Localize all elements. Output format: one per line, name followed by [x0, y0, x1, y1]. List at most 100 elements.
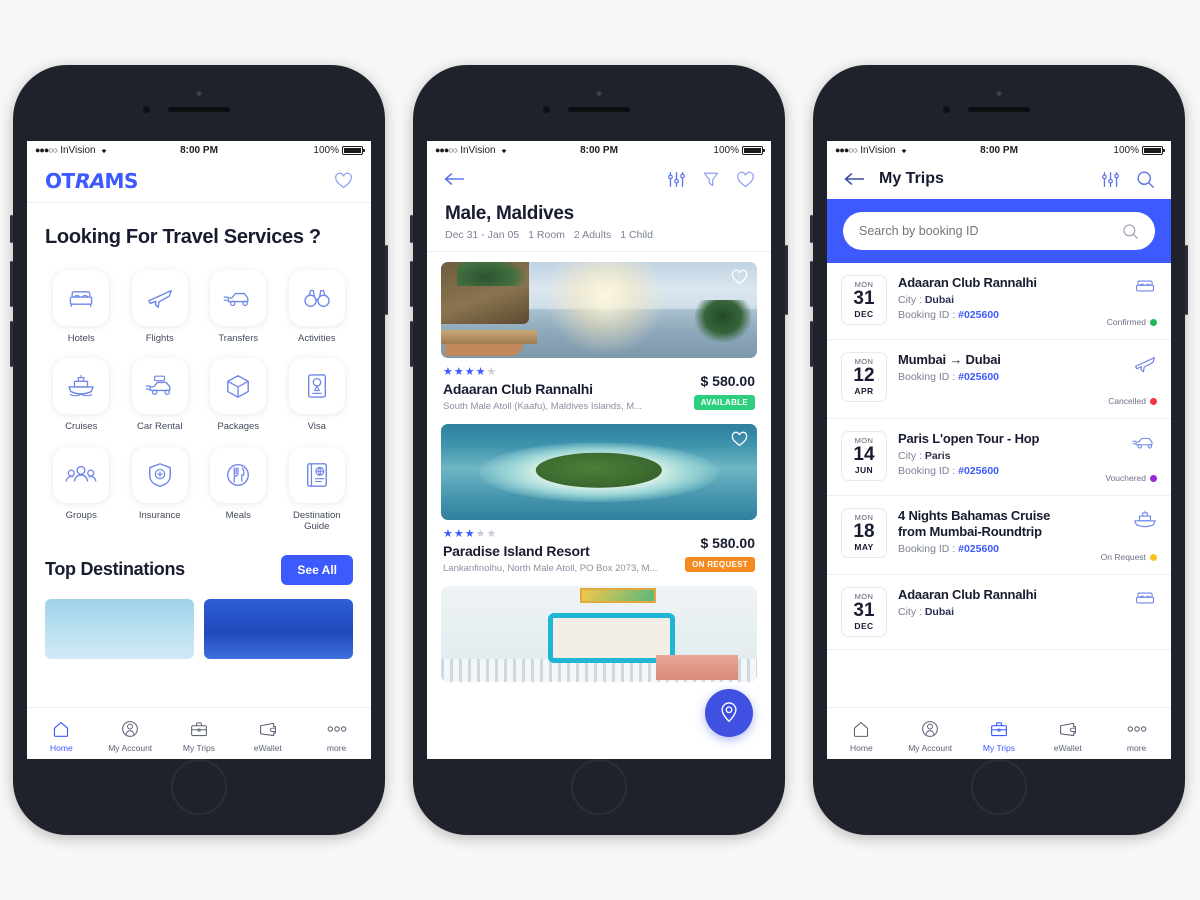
service-item-meals[interactable]: Meals	[202, 446, 275, 533]
service-item-groups[interactable]: Groups	[45, 446, 118, 533]
nav-item-home[interactable]: Home	[827, 718, 896, 753]
service-item-transfers[interactable]: Transfers	[202, 270, 275, 344]
nav-item-ewallet[interactable]: eWallet	[233, 718, 302, 753]
search-box[interactable]	[843, 212, 1155, 250]
trip-booking: Booking ID : #025600	[898, 371, 1072, 383]
trip-list-item[interactable]: MON 31 DEC Adaaran Club Rannalhi City : …	[827, 575, 1171, 650]
volume-up-button[interactable]	[10, 261, 13, 307]
trip-date: MON 31 DEC	[841, 587, 887, 637]
service-tile	[53, 446, 110, 503]
sliders-icon[interactable]	[667, 170, 686, 189]
arrow-left-icon[interactable]	[843, 171, 865, 187]
booking-label: Booking ID :	[898, 464, 956, 477]
hotel-card[interactable]: ★★★★★ Adaaran Club Rannalhi South Male A…	[441, 262, 757, 424]
status-badge: Cancelled	[1083, 396, 1157, 406]
clock-label: 8:00 PM	[580, 144, 618, 156]
volume-up-button[interactable]	[810, 261, 813, 307]
phone-screen-1: ●●●○○ InVision 8:00 PM 100% OTRAMS Looki…	[27, 141, 371, 759]
service-item-flights[interactable]: Flights	[124, 270, 197, 344]
ellipsis-icon	[327, 725, 346, 732]
mute-switch[interactable]	[810, 215, 813, 243]
nav-label: more	[326, 742, 347, 753]
service-item-hotels[interactable]: Hotels	[45, 270, 118, 344]
carrier-label: InVision	[60, 144, 96, 156]
sliders-icon[interactable]	[1101, 170, 1120, 189]
service-item-visa[interactable]: Visa	[281, 358, 354, 432]
ellipsis-icon	[1127, 725, 1146, 732]
service-label: Cruises	[65, 421, 98, 433]
search-icon[interactable]	[1136, 170, 1155, 189]
booking-id: #025600	[958, 308, 1000, 321]
search-input[interactable]	[859, 224, 1122, 238]
nav-item-more[interactable]: more	[1102, 718, 1171, 753]
service-tile	[131, 446, 188, 503]
mute-switch[interactable]	[10, 215, 13, 243]
service-tile	[53, 270, 110, 326]
hotel-card[interactable]	[441, 586, 757, 682]
bed-icon	[70, 291, 93, 307]
heart-icon[interactable]	[334, 172, 353, 189]
nav-item-my-trips[interactable]: My Trips	[965, 718, 1034, 753]
service-item-cruises[interactable]: Cruises	[45, 358, 118, 432]
heart-icon[interactable]	[731, 431, 748, 447]
volume-down-button[interactable]	[410, 321, 413, 367]
arrow-left-icon[interactable]	[443, 171, 465, 187]
home-icon	[54, 721, 69, 737]
battery-percent-label: 100%	[713, 144, 739, 156]
service-item-packages[interactable]: Packages	[202, 358, 275, 432]
search-icon[interactable]	[1122, 223, 1139, 240]
see-all-button[interactable]: See All	[281, 554, 353, 585]
nav-item-ewallet[interactable]: eWallet	[1033, 718, 1102, 753]
power-button[interactable]	[785, 245, 788, 315]
service-label: Packages	[217, 421, 260, 433]
service-tile	[131, 358, 188, 415]
otrams-logo[interactable]: OTRAMS	[45, 169, 138, 193]
trip-date: MON 12 APR	[841, 352, 887, 402]
bottom-navigation-3: Home My Account My Trips eWallet more	[827, 707, 1171, 759]
volume-down-button[interactable]	[810, 321, 813, 367]
nav-item-more[interactable]: more	[302, 718, 371, 753]
people-icon	[65, 465, 97, 482]
child-count: 1 Child	[620, 229, 653, 241]
nav-item-my-account[interactable]: My Account	[96, 718, 165, 753]
trip-list-item[interactable]: MON 12 APR Mumbai → Dubai Booking ID : #…	[827, 340, 1171, 419]
destination-card[interactable]	[204, 598, 353, 659]
power-button[interactable]	[1185, 245, 1188, 315]
hotel-card[interactable]: ★★★★★ Paradise Island Resort Lankanfinol…	[441, 424, 757, 586]
funnel-filter-icon[interactable]	[702, 170, 720, 188]
cutlery-icon	[227, 463, 250, 486]
trip-date: MON 14 JUN	[841, 431, 887, 481]
home-content: Looking For Travel Services ? Hotels Fli…	[27, 225, 371, 659]
power-button[interactable]	[385, 245, 388, 315]
service-item-destination-guide[interactable]: Destination Guide	[281, 446, 354, 533]
status-bar: ●●●○○ InVision 8:00 PM 100%	[427, 141, 771, 159]
service-item-insurance[interactable]: Insurance	[124, 446, 197, 533]
nav-item-my-account[interactable]: My Account	[896, 718, 965, 753]
nav-label: eWallet	[1053, 742, 1082, 753]
heart-icon[interactable]	[731, 269, 748, 285]
home-button[interactable]	[971, 759, 1027, 815]
nav-item-home[interactable]: Home	[27, 718, 96, 753]
sensor-dot	[996, 91, 1002, 96]
service-item-activities[interactable]: Activities	[281, 270, 354, 344]
home-button[interactable]	[171, 759, 227, 815]
trip-list-item[interactable]: MON 18 MAY 4 Nights Bahamas Cruise from …	[827, 496, 1171, 575]
nav-item-my-trips[interactable]: My Trips	[165, 718, 234, 753]
map-view-button[interactable]	[705, 689, 753, 737]
nav-label: My Trips	[182, 742, 216, 753]
earpiece-speaker	[568, 107, 630, 112]
mute-switch[interactable]	[410, 215, 413, 243]
destination-card[interactable]	[45, 598, 194, 659]
volume-up-button[interactable]	[410, 261, 413, 307]
search-results-topbar	[427, 159, 771, 199]
volume-down-button[interactable]	[10, 321, 13, 367]
trip-list-item[interactable]: MON 14 JUN Paris L'open Tour - Hop City …	[827, 419, 1171, 496]
home-button[interactable]	[571, 759, 627, 815]
service-item-car-rental[interactable]: Car Rental	[124, 358, 197, 432]
rating-stars: ★★★★★	[443, 528, 498, 540]
trip-list-item[interactable]: MON 31 DEC Adaaran Club Rannalhi City : …	[827, 263, 1171, 340]
box-icon	[227, 375, 250, 399]
service-label: Meals	[225, 509, 251, 521]
day-label: 31	[853, 288, 875, 309]
heart-icon[interactable]	[736, 171, 755, 188]
